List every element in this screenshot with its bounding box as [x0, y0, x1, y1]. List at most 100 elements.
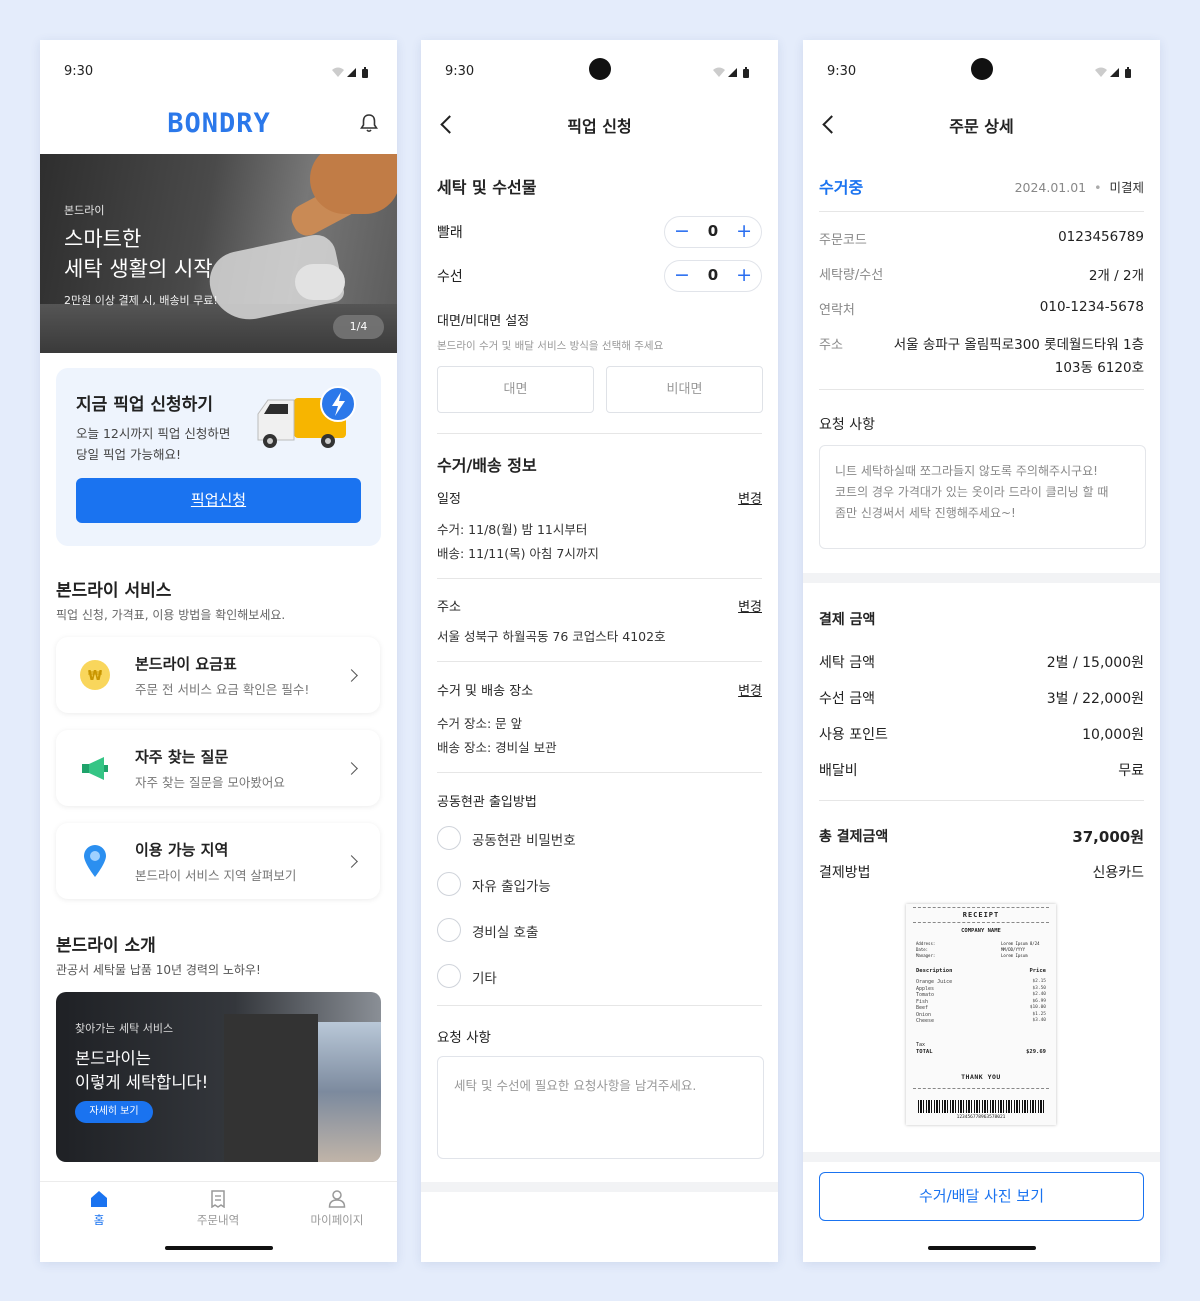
receipt-desc-header: Description	[916, 968, 953, 974]
nav-home[interactable]: 홈	[59, 1190, 139, 1228]
pickup-request-button[interactable]: 픽업신청	[76, 478, 361, 523]
status-icons	[710, 66, 754, 78]
megaphone-icon	[82, 757, 108, 780]
shipping-amount: 무료	[1118, 763, 1144, 779]
service-card-title: 이용 가능 지역	[135, 841, 229, 859]
request-placeholder: 세탁 및 수선에 필요한 요청사항을 남겨주세요.	[454, 1078, 697, 1093]
intro-title: 본드라이 소개	[56, 936, 156, 956]
face-option-contactless[interactable]: 비대면	[606, 366, 763, 413]
address-line1: 서울 송파구 올림픽로300 롯데월드타워 1층	[893, 337, 1144, 353]
face-setting-title: 대면/비대면 설정	[437, 314, 530, 329]
intro-card-clothes-rack	[318, 1022, 381, 1162]
address-line2: 103동 6120호	[1054, 360, 1144, 376]
receipt-meta-label: Manager:	[916, 953, 936, 958]
chevron-right-icon	[345, 762, 358, 775]
request-line1: 니트 세탁하실때 쪼그라들지 않도록 주의해주시구요!	[835, 464, 1098, 478]
receipt-price: $3.40	[1032, 1018, 1046, 1023]
schedule-delivery-time: 배송: 11/11(목) 아침 7시까지	[437, 546, 599, 561]
services-subtitle: 픽업 신청, 가격표, 이용 방법을 확인해보세요.	[56, 608, 286, 622]
order-detail-screen: 9:30 주문 상세 수거중 2024.01.01 • 미결제 주문코드 012…	[803, 40, 1160, 1262]
repair-amount-label: 수선 금액	[819, 691, 875, 707]
order-status: 수거중	[819, 178, 864, 197]
wifi-signal-battery-icon	[1095, 67, 1131, 78]
service-card-subtitle: 자주 찾는 질문을 모아봤어요	[135, 775, 285, 790]
wash-amount: 2벌 / 15,000원	[1046, 655, 1144, 671]
receipt-meta-values: Lorem Ipsum 8/24 MM/DD/YYYY Lorem Ipsum	[1001, 941, 1040, 959]
quantity-label: 세탁량/수선	[819, 268, 884, 283]
order-code: 0123456789	[1058, 229, 1144, 245]
receipt-item: Cheese	[916, 1018, 935, 1024]
wifi-signal-battery-icon	[332, 67, 368, 78]
divider	[819, 211, 1144, 212]
nav-mypage-label: 마이페이지	[310, 1213, 364, 1227]
request-title: 요청 사항	[437, 1030, 491, 1046]
receipt-rule	[913, 907, 1049, 908]
receipt-total: $29.69	[1026, 1049, 1046, 1055]
radio-button[interactable]	[437, 964, 461, 988]
nav-home-label: 홈	[93, 1213, 105, 1227]
address-label: 주소	[819, 338, 843, 353]
nav-orders[interactable]: 주문내역	[178, 1190, 258, 1228]
banner-glove-shape	[295, 264, 345, 300]
service-card-title: 본드라이 요금표	[135, 655, 237, 673]
plus-icon[interactable]: +	[736, 220, 752, 242]
intro-card-detail-button[interactable]: 자세히 보기	[75, 1101, 153, 1123]
status-bar: 9:30	[421, 40, 778, 102]
face-setting-desc: 본드라이 수거 및 배달 서비스 방식을 선택해 주세요	[437, 340, 664, 352]
phone-label: 연락처	[819, 303, 855, 318]
intro-card-title-line2: 이렇게 세탁합니다!	[75, 1073, 209, 1092]
receipt-tax: Tax	[916, 1042, 926, 1048]
hero-banner[interactable]: 본드라이 스마트한 세탁 생활의 시작 2만원 이상 결제 시, 배송비 무료!…	[40, 154, 397, 353]
won-coin-icon: ₩	[80, 660, 110, 690]
page-title: 주문 상세	[949, 117, 1014, 136]
place-label: 수거 및 배송 장소	[437, 684, 534, 699]
place-change-link[interactable]: 변경	[738, 680, 762, 699]
divider	[437, 578, 762, 579]
wash-amount-label: 세탁 금액	[819, 655, 875, 671]
bell-icon[interactable]	[359, 112, 379, 134]
radio-button[interactable]	[437, 826, 461, 850]
request-box: 니트 세탁하실때 쪼그라들지 않도록 주의해주시구요! 코트의 경우 가격대가 …	[819, 445, 1146, 549]
bondry-logo: BONDRY	[167, 110, 270, 136]
laundry-stepper[interactable]: − 0 +	[664, 216, 762, 248]
face-option-contact[interactable]: 대면	[437, 366, 594, 413]
receipt-image[interactable]: RECEIPT COMPANY NAME Address: Date: Mana…	[906, 904, 1056, 1125]
address-value: 서울 성북구 하월곡동 76 코업스타 4102호	[437, 629, 666, 644]
service-card-faq[interactable]: 자주 찾는 질문 자주 찾는 질문을 모아봤어요	[56, 730, 380, 806]
receipt-price: $2.15	[1032, 979, 1046, 984]
order-meta: 2024.01.01 • 미결제	[1015, 177, 1144, 196]
entry-option-label: 기타	[472, 971, 497, 987]
service-card-pricing[interactable]: ₩ 본드라이 요금표 주문 전 서비스 요금 확인은 필수!	[56, 637, 380, 713]
order-date: 2024.01.01	[1014, 180, 1087, 195]
payment-status: 미결제	[1109, 180, 1144, 195]
divider	[437, 1005, 762, 1006]
view-photos-button[interactable]: 수거/배달 사진 보기	[819, 1172, 1144, 1221]
receipt-price: $2.40	[1032, 992, 1046, 997]
schedule-change-link[interactable]: 변경	[738, 488, 762, 507]
receipt-prices: $2.15 $3.50 $2.40 $6.99 $10.00 $1.25 $3.…	[1030, 979, 1046, 1025]
receipt-thanks: THANK YOU	[961, 1073, 1001, 1081]
receipt-price: $10.00	[1029, 1005, 1046, 1010]
radio-button[interactable]	[437, 872, 461, 896]
pickup-card: 지금 픽업 신청하기 오늘 12시까지 픽업 신청하면 당일 픽업 가능해요! …	[56, 368, 381, 546]
delivery-truck-icon	[257, 386, 356, 448]
service-card-area[interactable]: 이용 가능 지역 본드라이 서비스 지역 살펴보기	[56, 823, 380, 899]
intro-card[interactable]: 찾아가는 세탁 서비스 본드라이는 이렇게 세탁합니다! 자세히 보기	[56, 992, 381, 1162]
nav-mypage[interactable]: 마이페이지	[297, 1190, 377, 1228]
plus-icon[interactable]: +	[736, 264, 752, 286]
home-indicator	[927, 1246, 1036, 1250]
divider	[437, 661, 762, 662]
point-label: 사용 포인트	[819, 727, 888, 743]
receipt-icon	[211, 1190, 225, 1208]
radio-button[interactable]	[437, 918, 461, 942]
person-icon	[328, 1190, 346, 1208]
request-textarea[interactable]: 세탁 및 수선에 필요한 요청사항을 남겨주세요.	[437, 1056, 764, 1159]
banner-pager: 1/4	[333, 315, 384, 339]
address-change-link[interactable]: 변경	[738, 596, 762, 615]
repair-stepper[interactable]: − 0 +	[664, 260, 762, 292]
intro-card-image-panel	[224, 1014, 318, 1162]
banner-title-line1: 스마트한	[64, 227, 142, 251]
chevron-right-icon	[345, 855, 358, 868]
receipt-rule	[913, 1088, 1049, 1089]
receipt-item: Orange Juice	[916, 979, 953, 985]
